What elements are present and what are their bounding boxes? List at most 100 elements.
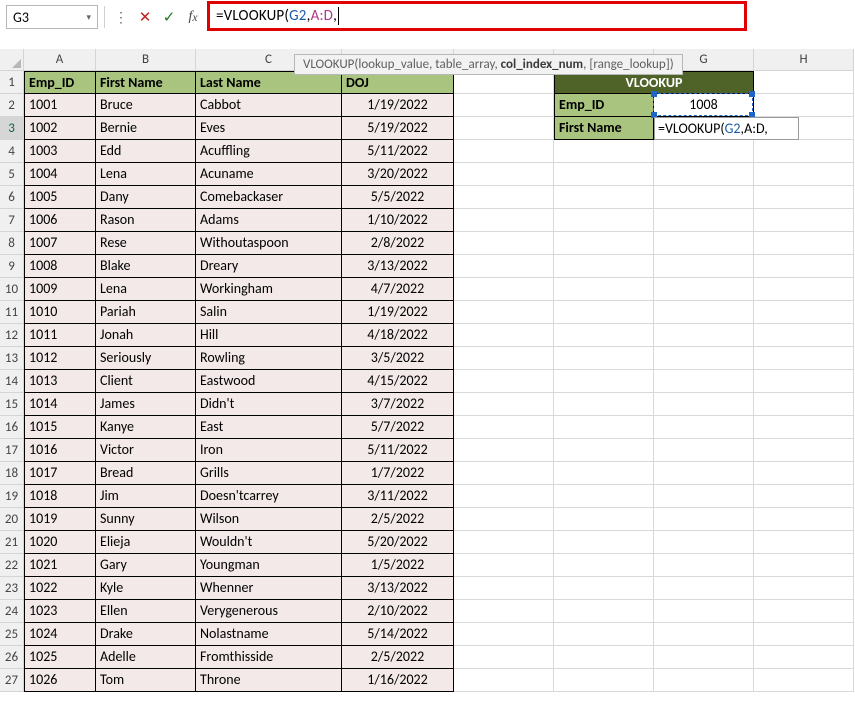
table-cell-doj[interactable]: 4/7/2022	[342, 278, 454, 301]
cell[interactable]	[554, 462, 654, 485]
cell[interactable]	[454, 94, 554, 117]
table-cell-empid[interactable]: 1024	[24, 623, 96, 646]
cell[interactable]	[454, 531, 554, 554]
row-header[interactable]: 15	[0, 393, 24, 416]
table-cell-doj[interactable]: 1/19/2022	[342, 94, 454, 117]
cell[interactable]	[654, 439, 754, 462]
table-cell-lastname[interactable]: Rowling	[196, 347, 342, 370]
table-cell-empid[interactable]: 1021	[24, 554, 96, 577]
table-cell-firstname[interactable]: Edd	[96, 140, 196, 163]
cell[interactable]	[454, 278, 554, 301]
row-header[interactable]: 22	[0, 554, 24, 577]
cell[interactable]	[554, 623, 654, 646]
table-cell-firstname[interactable]: James	[96, 393, 196, 416]
cell[interactable]	[554, 669, 654, 692]
cell[interactable]	[554, 646, 654, 669]
cell[interactable]	[454, 393, 554, 416]
table-cell-empid[interactable]: 1007	[24, 232, 96, 255]
row-header[interactable]: 12	[0, 324, 24, 347]
table-cell-lastname[interactable]: Verygenerous	[196, 600, 342, 623]
row-header[interactable]: 21	[0, 531, 24, 554]
cell[interactable]	[754, 554, 854, 577]
cell[interactable]	[554, 347, 654, 370]
table-cell-lastname[interactable]: Whenner	[196, 577, 342, 600]
cell[interactable]	[754, 439, 854, 462]
table-cell-lastname[interactable]: Eastwood	[196, 370, 342, 393]
table-cell-doj[interactable]: 5/19/2022	[342, 117, 454, 140]
row-header[interactable]: 2	[0, 94, 24, 117]
cell[interactable]	[654, 278, 754, 301]
cell[interactable]	[754, 531, 854, 554]
table-cell-empid[interactable]: 1025	[24, 646, 96, 669]
table-cell-lastname[interactable]: Acuname	[196, 163, 342, 186]
table-cell-lastname[interactable]: Dreary	[196, 255, 342, 278]
cell[interactable]	[754, 508, 854, 531]
table-cell-empid[interactable]: 1010	[24, 301, 96, 324]
cell[interactable]	[754, 416, 854, 439]
accept-formula-button[interactable]: ✓	[159, 5, 179, 29]
cell[interactable]	[754, 646, 854, 669]
vlookup-label-empid[interactable]: Emp_ID	[554, 94, 654, 117]
cell[interactable]	[554, 301, 654, 324]
cell[interactable]	[554, 232, 654, 255]
table-cell-doj[interactable]: 5/20/2022	[342, 531, 454, 554]
table-header-empid[interactable]: Emp_ID	[24, 71, 96, 94]
cell[interactable]	[454, 163, 554, 186]
row-header[interactable]: 9	[0, 255, 24, 278]
table-cell-doj[interactable]: 1/10/2022	[342, 209, 454, 232]
table-cell-firstname[interactable]: Rese	[96, 232, 196, 255]
table-cell-firstname[interactable]: Lena	[96, 163, 196, 186]
cell[interactable]	[554, 370, 654, 393]
active-cell-editor[interactable]: =VLOOKUP(G2,A:D,	[654, 117, 799, 140]
row-header[interactable]: 17	[0, 439, 24, 462]
row-header[interactable]: 23	[0, 577, 24, 600]
cell[interactable]	[554, 485, 654, 508]
cell[interactable]	[454, 508, 554, 531]
cell[interactable]	[754, 140, 854, 163]
cell[interactable]	[454, 439, 554, 462]
cell[interactable]	[754, 485, 854, 508]
table-cell-lastname[interactable]: Cabbot	[196, 94, 342, 117]
table-cell-firstname[interactable]: Jim	[96, 485, 196, 508]
cell[interactable]	[554, 531, 654, 554]
cell[interactable]	[754, 669, 854, 692]
column-header-a[interactable]: A	[24, 49, 96, 71]
cell[interactable]	[654, 209, 754, 232]
cell[interactable]	[554, 324, 654, 347]
table-cell-doj[interactable]: 4/15/2022	[342, 370, 454, 393]
cell[interactable]	[454, 232, 554, 255]
row-header[interactable]: 14	[0, 370, 24, 393]
table-cell-doj[interactable]: 3/7/2022	[342, 393, 454, 416]
cell[interactable]	[454, 416, 554, 439]
table-cell-lastname[interactable]: Comebackaser	[196, 186, 342, 209]
table-cell-firstname[interactable]: Tom	[96, 669, 196, 692]
table-cell-empid[interactable]: 1022	[24, 577, 96, 600]
cell[interactable]	[654, 669, 754, 692]
cell[interactable]	[754, 186, 854, 209]
cell[interactable]	[654, 140, 754, 163]
cell[interactable]	[754, 347, 854, 370]
row-header[interactable]: 26	[0, 646, 24, 669]
table-cell-empid[interactable]: 1023	[24, 600, 96, 623]
table-cell-firstname[interactable]: Rason	[96, 209, 196, 232]
cell[interactable]	[654, 531, 754, 554]
table-cell-lastname[interactable]: East	[196, 416, 342, 439]
table-cell-firstname[interactable]: Kanye	[96, 416, 196, 439]
cell[interactable]	[454, 462, 554, 485]
cell[interactable]	[454, 554, 554, 577]
name-box-dropdown-icon[interactable]: ▾	[86, 12, 91, 23]
table-cell-empid[interactable]: 1008	[24, 255, 96, 278]
cell[interactable]	[554, 186, 654, 209]
table-cell-firstname[interactable]: Dany	[96, 186, 196, 209]
vlookup-label-firstname[interactable]: First Name	[554, 117, 654, 140]
table-cell-lastname[interactable]: Wouldn't	[196, 531, 342, 554]
row-header[interactable]: 3	[0, 117, 24, 140]
table-cell-firstname[interactable]: Adelle	[96, 646, 196, 669]
select-all-corner[interactable]	[0, 49, 24, 71]
table-cell-empid[interactable]: 1015	[24, 416, 96, 439]
table-cell-firstname[interactable]: Bread	[96, 462, 196, 485]
table-cell-doj[interactable]: 5/7/2022	[342, 416, 454, 439]
row-header[interactable]: 13	[0, 347, 24, 370]
row-header[interactable]: 11	[0, 301, 24, 324]
cell[interactable]	[554, 600, 654, 623]
